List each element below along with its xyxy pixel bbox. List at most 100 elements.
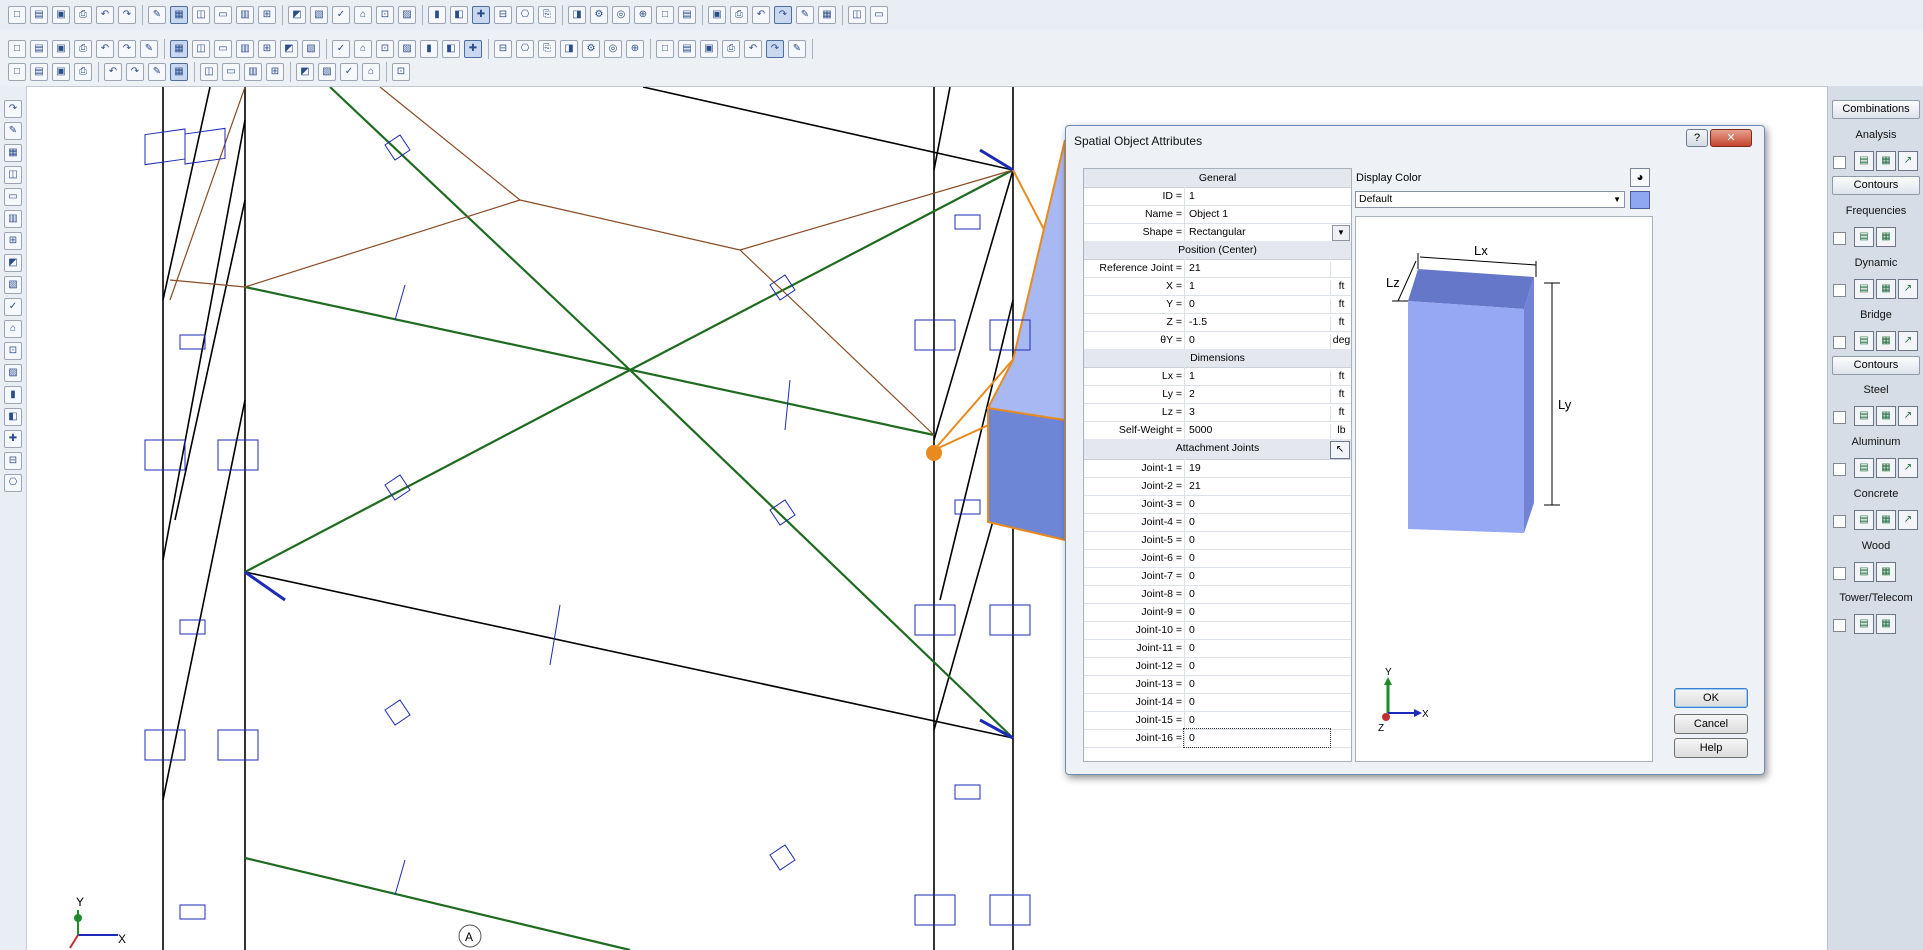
wood-view-icon[interactable]: ▤ bbox=[1854, 562, 1874, 582]
hexagon-tool-icon[interactable]: ⎔ bbox=[516, 40, 534, 58]
position-field[interactable]: 21 bbox=[1184, 259, 1330, 277]
new-tool-icon[interactable]: □ bbox=[8, 63, 26, 81]
pencil-tool-icon[interactable]: ✎ bbox=[140, 40, 158, 58]
selected-joint[interactable] bbox=[926, 445, 942, 461]
tower-telecom-view-icon[interactable]: ▤ bbox=[1854, 614, 1874, 634]
joint-field[interactable]: 21 bbox=[1184, 477, 1330, 495]
pattern-tool-icon[interactable]: ▨ bbox=[398, 6, 416, 24]
split-tool-icon[interactable]: ◨ bbox=[568, 6, 586, 24]
frequencies-checkbox[interactable] bbox=[1833, 232, 1846, 245]
table-tool-icon[interactable]: ▥ bbox=[236, 40, 254, 58]
contours-button-2[interactable]: Contours bbox=[1832, 356, 1920, 375]
joint-field[interactable]: 0 bbox=[1183, 728, 1331, 748]
tower-telecom-table-icon[interactable]: ▦ bbox=[1876, 614, 1896, 634]
joint-field[interactable]: 0 bbox=[1184, 531, 1330, 549]
joint-field[interactable]: 0 bbox=[1184, 621, 1330, 639]
grid-tool-icon[interactable]: ▦ bbox=[818, 6, 836, 24]
new-tool-icon[interactable]: □ bbox=[656, 6, 674, 24]
redo-tool-icon[interactable]: ↷ bbox=[118, 40, 136, 58]
panel-tool-icon[interactable]: ◧ bbox=[450, 6, 468, 24]
open-tool-icon[interactable]: ▤ bbox=[30, 40, 48, 58]
home-tool-icon[interactable]: ⌂ bbox=[354, 6, 372, 24]
copy-tool-icon[interactable]: ⎘ bbox=[538, 6, 556, 24]
home-side-tool-icon[interactable]: ⌂ bbox=[4, 320, 22, 338]
cancel-button[interactable]: Cancel bbox=[1674, 714, 1748, 734]
collapse-tool-icon[interactable]: ⊟ bbox=[494, 6, 512, 24]
display-color-select[interactable]: Default ▼ bbox=[1355, 191, 1625, 208]
position-field[interactable]: 0 bbox=[1184, 295, 1330, 313]
print-tool-icon[interactable]: ⎙ bbox=[722, 40, 740, 58]
joint-field[interactable]: 0 bbox=[1184, 495, 1330, 513]
collapse-side-tool-icon[interactable]: ⊟ bbox=[4, 452, 22, 470]
open-tool-icon[interactable]: ▤ bbox=[30, 6, 48, 24]
layer-tool-icon[interactable]: ◩ bbox=[280, 40, 298, 58]
zoom-tool-icon[interactable]: ⊕ bbox=[634, 6, 652, 24]
check-side-tool-icon[interactable]: ✓ bbox=[4, 298, 22, 316]
analysis-plot-icon[interactable]: ↗ bbox=[1898, 151, 1918, 171]
dynamic-table-icon[interactable]: ▦ bbox=[1876, 279, 1896, 299]
new-tool-icon[interactable]: □ bbox=[656, 40, 674, 58]
frequencies-view-icon[interactable]: ▤ bbox=[1854, 227, 1874, 247]
ruler-tool-icon[interactable]: ▭ bbox=[214, 6, 232, 24]
layer-tool-icon[interactable]: ◩ bbox=[296, 63, 314, 81]
redo-tool-icon[interactable]: ↷ bbox=[766, 40, 784, 58]
pencil-side-tool-icon[interactable]: ✎ bbox=[4, 122, 22, 140]
position-field[interactable]: 1 bbox=[1184, 277, 1330, 295]
wood-table-icon[interactable]: ▦ bbox=[1876, 562, 1896, 582]
collapse-tool-icon[interactable]: ⊟ bbox=[494, 40, 512, 58]
color-wheel-icon[interactable]: ◕ bbox=[1630, 168, 1650, 187]
help-button[interactable]: Help bbox=[1674, 738, 1748, 758]
add-tool-icon[interactable]: ✚ bbox=[472, 6, 490, 24]
dimension-field[interactable]: 2 bbox=[1184, 385, 1330, 403]
add-tool-icon[interactable]: ✚ bbox=[464, 40, 482, 58]
bar-tool-icon[interactable]: ▮ bbox=[420, 40, 438, 58]
dynamic-view-icon[interactable]: ▤ bbox=[1854, 279, 1874, 299]
home-tool-icon[interactable]: ⌂ bbox=[354, 40, 372, 58]
open-tool-icon[interactable]: ▤ bbox=[678, 40, 696, 58]
check-tool-icon[interactable]: ✓ bbox=[332, 40, 350, 58]
pencil-tool-icon[interactable]: ✎ bbox=[796, 6, 814, 24]
close-icon[interactable]: ✕ bbox=[1710, 129, 1752, 147]
save-tool-icon[interactable]: ▣ bbox=[52, 63, 70, 81]
ruler-tool-icon[interactable]: ▭ bbox=[214, 40, 232, 58]
target-tool-icon[interactable]: ◎ bbox=[604, 40, 622, 58]
dynamic-plot-icon[interactable]: ↗ bbox=[1898, 279, 1918, 299]
bridge-checkbox[interactable] bbox=[1833, 336, 1846, 349]
hatch-tool-icon[interactable]: ▧ bbox=[302, 40, 320, 58]
redo-side-tool-icon[interactable]: ↷ bbox=[4, 100, 22, 118]
bridge-view-icon[interactable]: ▤ bbox=[1854, 331, 1874, 351]
save-tool-icon[interactable]: ▣ bbox=[700, 40, 718, 58]
joint-field[interactable]: 0 bbox=[1184, 549, 1330, 567]
grid-tool-icon[interactable]: ▦ bbox=[170, 63, 188, 81]
wood-checkbox[interactable] bbox=[1833, 567, 1846, 580]
pencil-tool-icon[interactable]: ✎ bbox=[148, 63, 166, 81]
print-tool-icon[interactable]: ⎙ bbox=[74, 63, 92, 81]
joint-field[interactable]: 0 bbox=[1184, 675, 1330, 693]
dimension-field[interactable]: 5000 bbox=[1184, 421, 1330, 439]
grid-tool-icon[interactable]: ▦ bbox=[170, 40, 188, 58]
print-tool-icon[interactable]: ⎙ bbox=[730, 6, 748, 24]
analysis-table-icon[interactable]: ▦ bbox=[1876, 151, 1896, 171]
concrete-view-icon[interactable]: ▤ bbox=[1854, 510, 1874, 530]
contours-button-1[interactable]: Contours bbox=[1832, 176, 1920, 195]
bridge-table-icon[interactable]: ▦ bbox=[1876, 331, 1896, 351]
joint-field[interactable]: 0 bbox=[1184, 711, 1330, 729]
pattern-tool-icon[interactable]: ▨ bbox=[398, 40, 416, 58]
shape-select[interactable]: Rectangular bbox=[1184, 223, 1330, 241]
print-tool-icon[interactable]: ⎙ bbox=[74, 40, 92, 58]
spatial-object-box[interactable] bbox=[987, 406, 1066, 542]
plus-grid-tool-icon[interactable]: ⊞ bbox=[258, 40, 276, 58]
ok-button[interactable]: OK bbox=[1674, 688, 1748, 708]
dimension-field[interactable]: 1 bbox=[1184, 367, 1330, 385]
layer-side-tool-icon[interactable]: ◩ bbox=[4, 254, 22, 272]
undo-tool-icon[interactable]: ↶ bbox=[96, 40, 114, 58]
table-tool-icon[interactable]: ▥ bbox=[244, 63, 262, 81]
aluminum-view-icon[interactable]: ▤ bbox=[1854, 458, 1874, 478]
aluminum-checkbox[interactable] bbox=[1833, 463, 1846, 476]
open-tool-icon[interactable]: ▤ bbox=[678, 6, 696, 24]
display-color-swatch[interactable] bbox=[1630, 191, 1650, 209]
zoom-tool-icon[interactable]: ⊕ bbox=[626, 40, 644, 58]
tower-telecom-checkbox[interactable] bbox=[1833, 619, 1846, 632]
joint-field[interactable]: 0 bbox=[1184, 585, 1330, 603]
frame-tool-icon[interactable]: ⊡ bbox=[376, 40, 394, 58]
